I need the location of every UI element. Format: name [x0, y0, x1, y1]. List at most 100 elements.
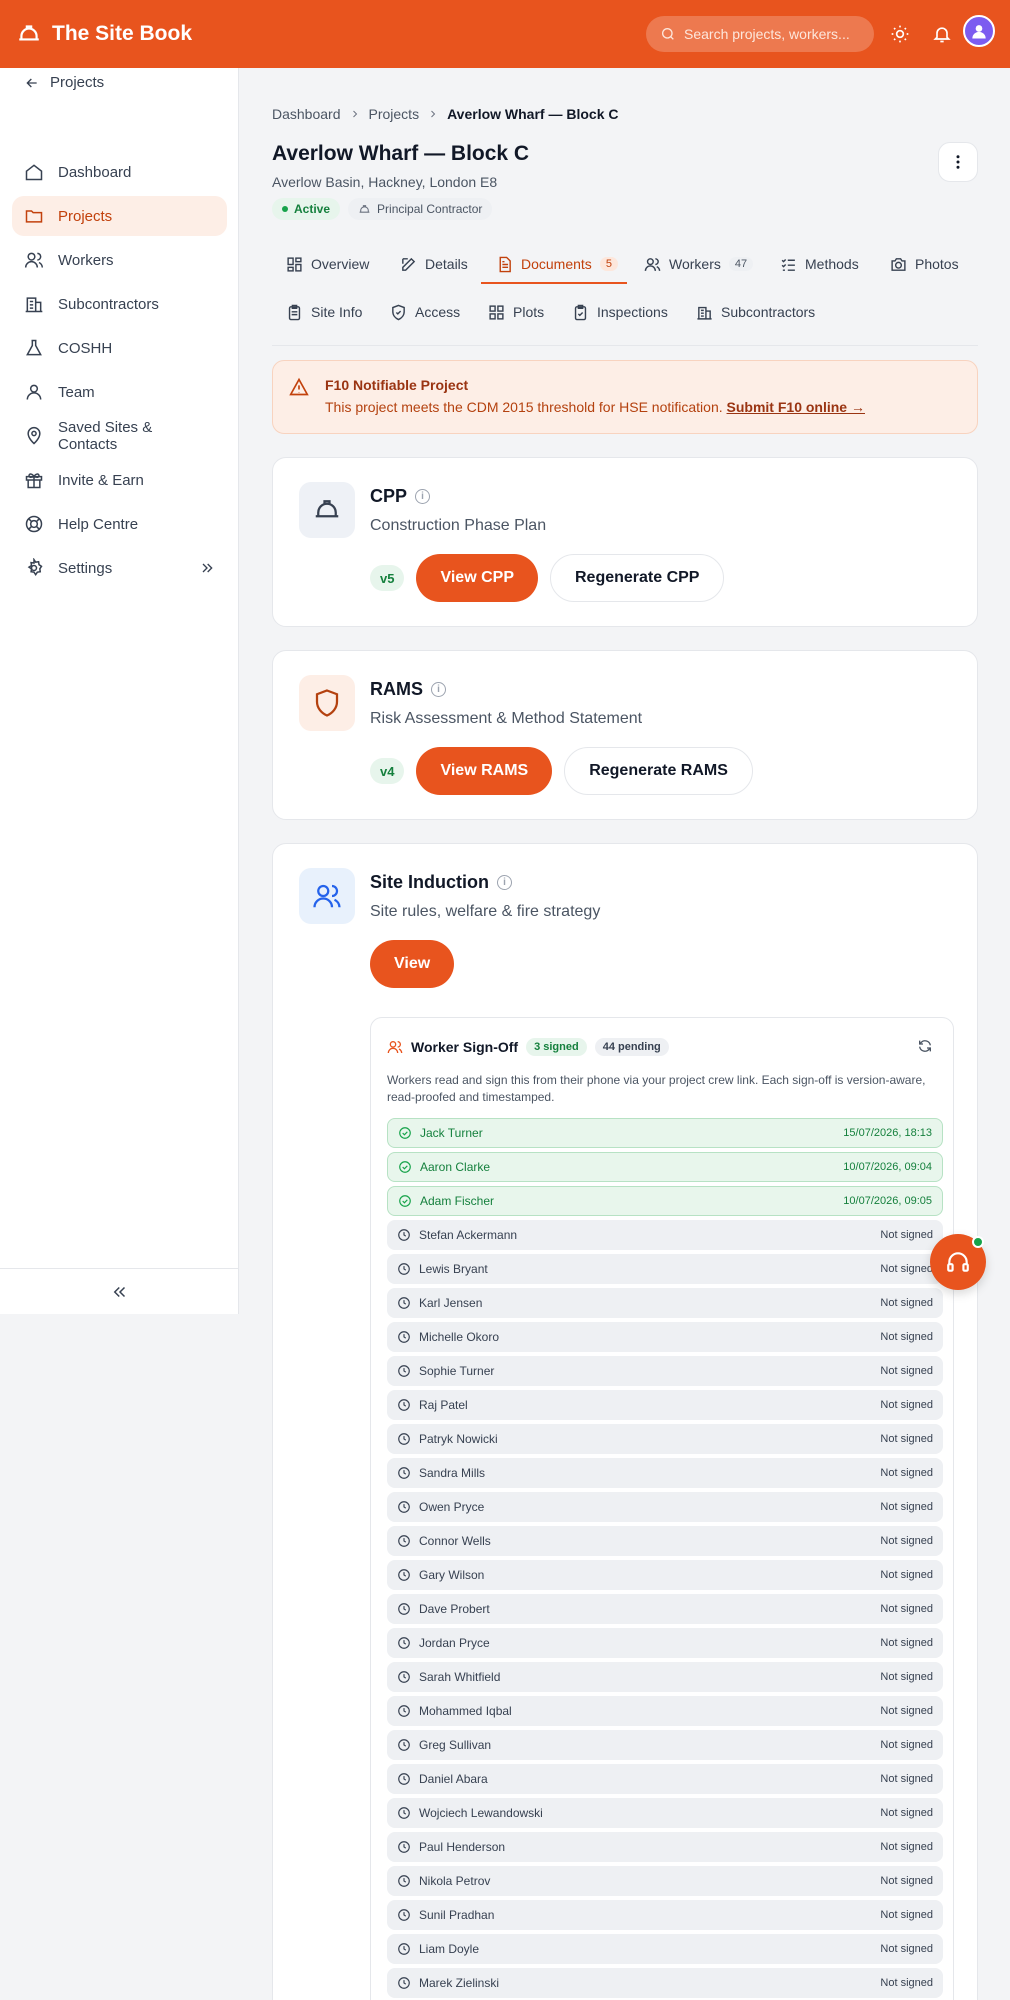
- clock-icon: [398, 1433, 410, 1445]
- tab-documents[interactable]: Documents 5: [496, 248, 618, 280]
- refresh-icon[interactable]: [917, 1038, 933, 1054]
- cpp-icon-badge: [299, 482, 355, 538]
- cpp-subtitle: Construction Phase Plan: [370, 517, 547, 534]
- pending-count-badge: 44 pending: [594, 1038, 669, 1056]
- gear-icon: [27, 558, 43, 577]
- clock-icon: [398, 1705, 410, 1717]
- breadcrumb-projects[interactable]: Projects: [369, 106, 420, 122]
- breadcrumb-current: Averlow Wharf — Block C: [447, 106, 619, 122]
- tab-details[interactable]: Details: [400, 248, 468, 280]
- sidebar-item-dashboard[interactable]: Dashboard: [12, 152, 227, 192]
- worker-status: Not signed: [880, 1467, 933, 1479]
- edit-icon: [402, 257, 416, 271]
- shield-icon: [315, 689, 339, 717]
- tab-overview[interactable]: Overview: [286, 248, 369, 280]
- worker-status: Not signed: [880, 1637, 933, 1649]
- sun-icon: [891, 25, 909, 43]
- tab-site-info[interactable]: Site Info: [286, 296, 362, 328]
- worker-row: Dave Probert Not signed: [387, 1594, 943, 1624]
- sidebar-item-label: Dashboard: [58, 163, 132, 181]
- worker-row: Michelle Okoro Not signed: [387, 1322, 943, 1352]
- worker-row: Paul Henderson Not signed: [387, 1832, 943, 1862]
- worker-name: Marek Zielinski: [419, 1976, 500, 1990]
- home-icon: [25, 164, 43, 181]
- worker-row: Patryk Nowicki Not signed: [387, 1424, 943, 1454]
- checklist-icon: [781, 258, 795, 271]
- view-induction-button[interactable]: View: [370, 940, 455, 988]
- clock-icon: [398, 1331, 410, 1343]
- induction-actions: View: [370, 940, 455, 988]
- sidebar-item-coshh[interactable]: COSHH: [12, 328, 227, 368]
- tab-count: 5: [599, 257, 618, 271]
- worker-row: Owen Pryce Not signed: [387, 1492, 943, 1522]
- worker-name: Stefan Ackermann: [419, 1228, 518, 1242]
- breadcrumb-dashboard[interactable]: Dashboard: [272, 106, 341, 122]
- brand[interactable]: The Site Book: [16, 21, 192, 47]
- worker-row: Lewis Bryant Not signed: [387, 1254, 943, 1284]
- users-icon: [24, 252, 44, 268]
- sidebar-item-projects[interactable]: Projects: [12, 196, 227, 236]
- tab-plots[interactable]: Plots: [488, 296, 544, 328]
- check-circle-icon: [399, 1161, 411, 1173]
- rams-card: RAMS i Risk Assessment & Method Statement…: [272, 650, 978, 820]
- support-chat-button[interactable]: [930, 1234, 986, 1290]
- avatar[interactable]: [963, 15, 995, 47]
- lifebuoy-icon: [25, 515, 43, 533]
- sidebar-item-subcontractors[interactable]: Subcontractors: [12, 284, 227, 324]
- more-vertical-icon: [956, 155, 960, 169]
- signoff-header: Worker Sign-Off 3 signed 44 pending: [387, 1038, 669, 1056]
- sidebar-item-label: Saved Sites & Contacts: [58, 419, 153, 453]
- sidebar-item-team[interactable]: Team: [12, 372, 227, 412]
- info-icon[interactable]: i: [497, 875, 512, 890]
- view-rams-button[interactable]: View RAMS: [416, 747, 553, 795]
- clipboard-icon: [288, 304, 301, 320]
- sidebar-item-help[interactable]: Help Centre: [12, 504, 227, 544]
- tab-label: Documents: [521, 256, 592, 272]
- rams-title: RAMS: [370, 679, 423, 699]
- sidebar-item-label: Workers: [58, 251, 114, 269]
- submit-f10-link[interactable]: Submit F10 online →: [727, 399, 865, 415]
- search-input[interactable]: Search projects, workers...: [646, 16, 874, 52]
- back-to-projects-link[interactable]: Projects: [24, 74, 104, 91]
- worker-status: Not signed: [880, 1229, 933, 1241]
- worker-status: Not signed: [880, 1399, 933, 1411]
- worker-list: Jack Turner 15/07/2026, 18:13 Aaron Clarke…: [387, 1118, 943, 2000]
- project-chips: Active Principal Contractor: [272, 198, 493, 220]
- grid-icon: [489, 304, 504, 320]
- clock-icon: [398, 1909, 410, 1921]
- warning-icon: [289, 377, 309, 396]
- regenerate-cpp-button[interactable]: Regenerate CPP: [549, 554, 725, 602]
- sidebar-item-saved-sites[interactable]: Saved Sites & Contacts: [12, 416, 227, 456]
- chevrons-right-icon[interactable]: [199, 560, 215, 576]
- alert-text: This project meets the CDM 2015 threshol…: [325, 399, 723, 415]
- notifications-button[interactable]: [930, 22, 954, 46]
- chevrons-left-icon: [113, 1286, 125, 1297]
- collapse-sidebar-button[interactable]: [0, 1268, 239, 1314]
- info-icon[interactable]: i: [431, 682, 446, 697]
- headset-icon: [947, 1252, 969, 1272]
- tab-access[interactable]: Access: [390, 296, 460, 328]
- tab-methods[interactable]: Methods: [780, 248, 859, 280]
- active-tab-indicator: [481, 282, 627, 284]
- sidebar-item-label: Projects: [58, 207, 113, 225]
- worker-name: Jack Turner: [420, 1126, 483, 1140]
- worker-name: Wojciech Lewandowski: [419, 1806, 543, 1820]
- regenerate-rams-button[interactable]: Regenerate RAMS: [564, 747, 753, 795]
- info-icon[interactable]: i: [415, 489, 431, 504]
- theme-toggle-button[interactable]: [888, 22, 912, 46]
- check-circle-icon: [399, 1127, 411, 1139]
- sidebar-item-label: COSHH: [58, 339, 113, 357]
- worker-row: Mohammed Iqbal Not signed: [387, 1696, 943, 1726]
- sidebar-item-workers[interactable]: Workers: [12, 240, 227, 280]
- tab-photos[interactable]: Photos: [890, 248, 959, 280]
- tab-inspections[interactable]: Inspections: [572, 296, 668, 328]
- sidebar-item-settings[interactable]: Settings: [12, 548, 227, 588]
- sidebar-item-invite[interactable]: Invite & Earn: [12, 460, 227, 500]
- tab-subcontractors[interactable]: Subcontractors: [696, 296, 815, 328]
- tab-workers[interactable]: Workers 47: [644, 248, 754, 280]
- worker-row: Jack Turner 15/07/2026, 18:13: [387, 1118, 943, 1148]
- more-options-button[interactable]: [938, 142, 978, 182]
- project-address: Averlow Basin, Hackney, London E8: [272, 174, 498, 190]
- worker-name: Raj Patel: [419, 1398, 468, 1412]
- view-cpp-button[interactable]: View CPP: [416, 554, 538, 602]
